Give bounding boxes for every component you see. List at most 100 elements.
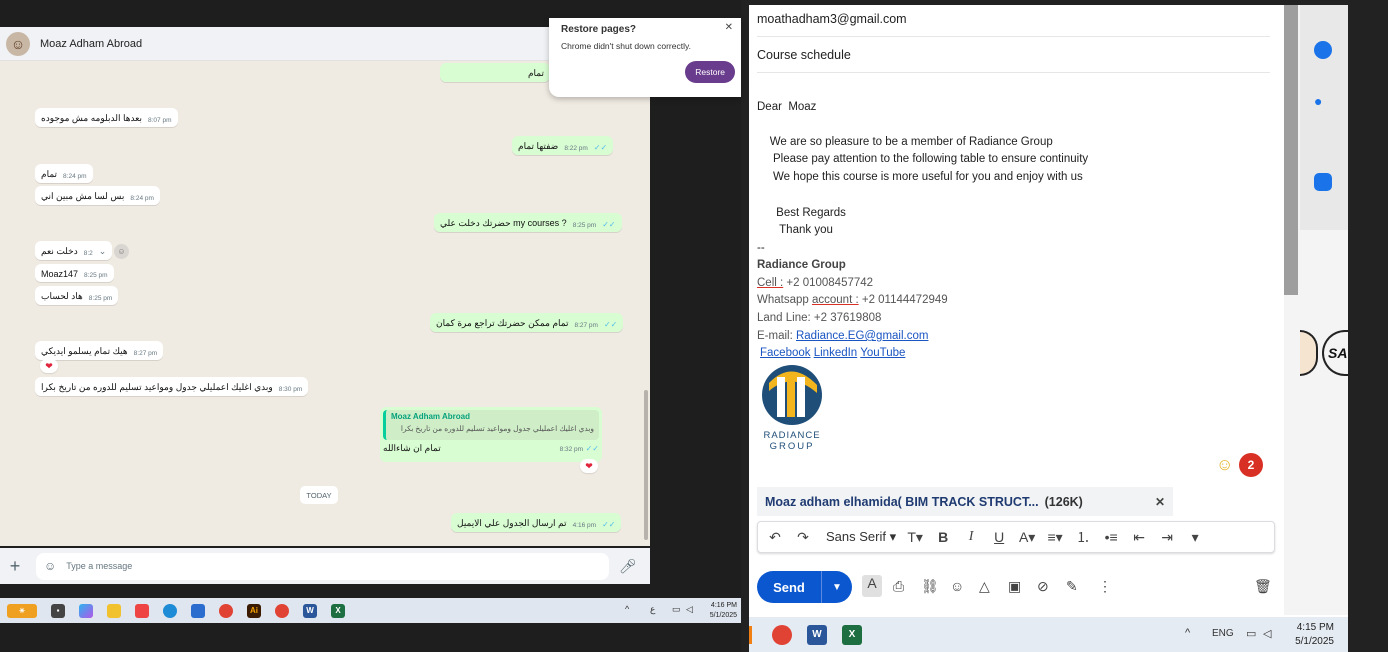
message-bubble[interactable]: دخلت نعم 8:2 ⌄ (35, 241, 113, 260)
google-drive-icon[interactable]: △ (979, 578, 990, 595)
attachment-name[interactable]: Moaz adham elhamida( BIM TRACK STRUCT... (765, 495, 1039, 509)
message-bubble[interactable]: تم ارسال الجدول علي الايميل 4:16 pm ✓✓ (451, 513, 622, 532)
restore-button[interactable]: Restore (685, 61, 735, 83)
subject-field[interactable]: Course schedule (757, 48, 851, 62)
message-bubble[interactable]: هيك تمام يسلمو ايديكي 8:27 pm (35, 341, 164, 360)
italic-icon[interactable]: I (962, 529, 980, 545)
align-icon[interactable]: ≡▾ (1046, 529, 1064, 546)
email-body-line[interactable]: We hope this course is more useful for y… (757, 171, 1083, 183)
edge-icon[interactable] (163, 603, 177, 618)
email-body-line[interactable]: We are so pleasure to be a member of Rad… (757, 136, 1053, 148)
avatar[interactable]: ☺ (6, 31, 30, 56)
chat-messages-pane: تمام بعدها الدبلومه مش موجوده 8:07 pm ضف… (0, 61, 650, 546)
attachment-chip[interactable]: Moaz adham elhamida( BIM TRACK STRUCT...… (757, 487, 1173, 516)
notepad-icon[interactable] (191, 603, 205, 618)
message-bubble[interactable]: بس لسا مش مبين اني 8:24 pm (35, 186, 160, 205)
reply-message-bubble[interactable]: Moaz Adham Abroad وبدي اغليك اعمليلي جدو… (380, 407, 602, 462)
heart-reaction-icon[interactable]: ❤ (40, 359, 58, 373)
message-bubble[interactable]: هاد لحساب 8:25 pm (35, 286, 119, 305)
signature-icon[interactable]: ✎ (1066, 578, 1078, 595)
email-greeting[interactable]: Dear Moaz (757, 101, 816, 113)
excel-icon[interactable]: X (331, 603, 345, 618)
message-bubble[interactable]: تمام 8:24 pm (35, 164, 93, 183)
signature-email-link[interactable]: Radiance.EG@gmail.com (796, 330, 928, 342)
network-icon[interactable]: ▭ (672, 604, 681, 615)
tray-chevron-icon[interactable]: ^ (1185, 627, 1190, 639)
message-bubble[interactable]: تمام ممكن حضرتك تراجع مرة كمان 8:27 pm ✓… (430, 313, 624, 332)
bold-icon[interactable]: B (934, 529, 952, 545)
system-clock[interactable]: 4:16 PM 5/1/2025 (710, 601, 737, 621)
facebook-link[interactable]: Facebook (760, 347, 811, 359)
font-size-icon[interactable]: T▾ (906, 529, 924, 546)
insert-emoji-icon[interactable]: ☺ (950, 578, 964, 594)
send-options-chevron-icon[interactable]: ▼ (821, 571, 852, 603)
chevron-down-icon[interactable]: ⌄ (99, 246, 107, 257)
more-options-icon[interactable]: ⋮ (1098, 578, 1112, 595)
email-body-line[interactable]: Please pay attention to the following ta… (757, 153, 1088, 165)
excel-icon[interactable]: X (842, 624, 862, 645)
confidential-mode-icon[interactable]: ⊘ (1037, 578, 1049, 595)
email-regards[interactable]: Best Regards (757, 207, 846, 219)
insert-link-icon[interactable]: ⛓ (921, 578, 939, 595)
system-clock[interactable]: 4:15 PM 5/1/2025 (1295, 621, 1334, 649)
volume-icon[interactable]: ◁ (1263, 627, 1271, 640)
underline-icon[interactable]: U (990, 529, 1008, 545)
youtube-link[interactable]: YouTube (860, 347, 905, 359)
notification-badge[interactable]: 2 (1239, 453, 1263, 477)
numbered-list-icon[interactable]: ⒈ (1074, 527, 1092, 547)
message-input[interactable]: ☺ Type a message (36, 552, 609, 580)
chrome-profile-icon[interactable] (275, 603, 289, 618)
font-select[interactable]: Sans Serif ▾ (826, 529, 896, 545)
background-map-image (1300, 5, 1348, 230)
message-bubble[interactable]: وبدي اغليك اعمليلي جدول ومواعيد تسليم لل… (35, 377, 309, 396)
snipping-tool-icon[interactable] (135, 603, 149, 618)
input-language[interactable]: ع (650, 604, 655, 615)
emoji-reaction-icon[interactable]: ☺ (114, 244, 129, 259)
to-field[interactable]: moathadham3@gmail.com (757, 12, 907, 26)
attach-file-icon[interactable]: ⎙ (893, 578, 904, 595)
formatting-options-icon[interactable]: A (862, 575, 882, 597)
send-button[interactable]: Send ▼ (757, 571, 852, 603)
close-icon[interactable]: ✕ (725, 22, 733, 33)
linkedin-link[interactable]: LinkedIn (814, 347, 857, 359)
word-icon[interactable]: W (807, 624, 827, 645)
bulleted-list-icon[interactable]: •≡ (1102, 529, 1120, 545)
chrome-icon[interactable] (219, 603, 233, 618)
redo-icon[interactable]: ↷ (794, 529, 812, 546)
task-view-icon[interactable]: ▪ (51, 603, 65, 618)
quoted-message[interactable]: Moaz Adham Abroad وبدي اغليك اعمليلي جدو… (383, 410, 599, 440)
input-language[interactable]: ENG (1212, 628, 1234, 639)
network-icon[interactable]: ▭ (1246, 627, 1256, 640)
copilot-icon[interactable] (79, 603, 93, 618)
emoji-smile-icon[interactable]: ☺ (1216, 455, 1233, 475)
indent-less-icon[interactable]: ⇤ (1130, 529, 1148, 546)
discard-draft-icon[interactable]: 🗑︎ (1254, 578, 1272, 595)
email-thanks[interactable]: Thank you (757, 224, 833, 236)
volume-icon[interactable]: ◁ (686, 604, 693, 615)
contact-name[interactable]: Moaz Adham Abroad (40, 38, 142, 50)
word-icon[interactable]: W (303, 603, 317, 618)
message-text: بس لسا مش مبين اني (41, 191, 125, 201)
undo-icon[interactable]: ↶ (766, 529, 784, 546)
chat-scrollbar[interactable] (644, 390, 648, 540)
more-formatting-icon[interactable]: ▾ (1186, 529, 1204, 546)
chrome-icon[interactable] (772, 624, 792, 645)
file-explorer-icon[interactable] (107, 603, 121, 618)
attach-plus-icon[interactable]: + (0, 556, 30, 577)
weather-widget-icon[interactable]: ☀ (7, 603, 37, 618)
heart-reaction-icon[interactable]: ❤ (580, 459, 598, 473)
message-bubble[interactable]: تمام (440, 63, 550, 82)
microphone-icon[interactable]: 🎤︎ (619, 558, 637, 575)
insert-photo-icon[interactable]: ▣ (1008, 578, 1021, 595)
message-bubble[interactable]: Moaz147 8:25 pm (35, 264, 114, 282)
message-bubble[interactable]: ضفتها تمام 8:22 pm ✓✓ (512, 136, 614, 155)
remove-attachment-icon[interactable]: ✕ (1155, 495, 1165, 509)
tray-chevron-icon[interactable]: ^ (625, 604, 629, 614)
message-bubble[interactable]: بعدها الدبلومه مش موجوده 8:07 pm (35, 108, 178, 127)
text-color-icon[interactable]: A▾ (1018, 529, 1036, 546)
message-bubble[interactable]: حضرتك دخلت علي my courses ? 8:25 pm ✓✓ (434, 213, 622, 232)
sticker-icon[interactable]: ☺ (44, 559, 56, 573)
indent-more-icon[interactable]: ⇥ (1158, 529, 1176, 546)
message-text: دخلت نعم (41, 246, 78, 256)
illustrator-icon[interactable]: Ai (247, 603, 261, 618)
